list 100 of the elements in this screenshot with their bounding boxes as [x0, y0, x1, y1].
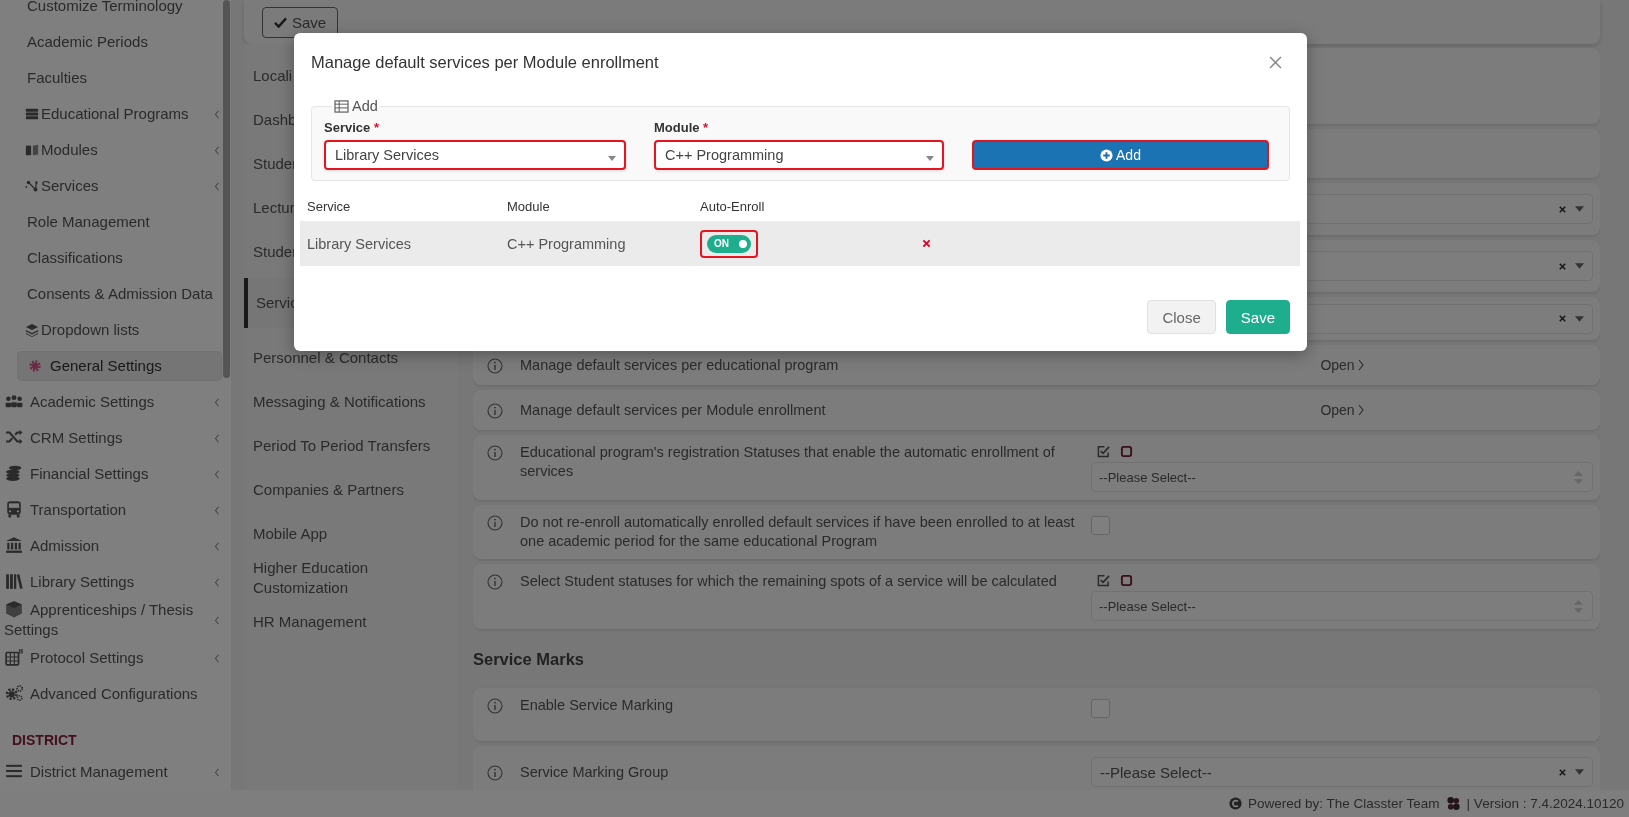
- setting-label: Enable Service Marking: [520, 696, 675, 715]
- sidebar-item[interactable]: CRM Settings: [0, 420, 222, 456]
- sidebar-item[interactable]: Apprenticeships / Thesis Settings: [0, 600, 222, 640]
- sidebar-item[interactable]: Role Management: [0, 204, 222, 240]
- setting-label: Select Student statuses for which the remaining spots of a service will be calculated: [520, 572, 1058, 591]
- chevron-left-icon: [214, 577, 220, 587]
- bus-icon: [4, 500, 24, 518]
- sidebar-item[interactable]: Transportation: [0, 492, 222, 528]
- scrollbar-thumb[interactable]: [223, 0, 230, 378]
- sidebar-item[interactable]: District Management: [0, 754, 222, 790]
- nodes-icon: [25, 179, 39, 193]
- settings-nav-item[interactable]: Period To Period Transfers: [244, 424, 457, 468]
- dropdown-arrow-icon: [1575, 206, 1584, 212]
- plus-circle-icon: [1100, 148, 1114, 162]
- section-heading: Service Marks: [473, 650, 585, 669]
- square-icon[interactable]: [1120, 574, 1133, 587]
- settings-nav-item[interactable]: Higher Education Customization: [244, 556, 457, 600]
- save-button[interactable]: Save: [262, 6, 339, 38]
- gear-icon: [28, 359, 42, 373]
- books-icon: [4, 572, 24, 590]
- sidebar-item[interactable]: Academic Settings: [0, 384, 222, 420]
- sidebar-item[interactable]: Academic Periods: [0, 24, 222, 60]
- sidebar-item[interactable]: Consents & Admission Data: [0, 276, 222, 312]
- multi-select-field[interactable]: --Please Select--: [1091, 462, 1593, 492]
- layers-icon: [25, 323, 39, 337]
- modal-title: Manage default services per Module enrollment: [311, 52, 659, 72]
- info-icon: [487, 445, 503, 461]
- sidebar-item[interactable]: Classifications: [0, 240, 222, 276]
- clear-icon[interactable]: [1558, 261, 1567, 271]
- chevron-left-icon: [214, 505, 220, 515]
- chevron-left-icon: [214, 615, 220, 625]
- shuffle-icon: [4, 428, 24, 446]
- sidebar-item[interactable]: Protocol Settings: [0, 640, 222, 676]
- clear-icon[interactable]: [1558, 204, 1567, 214]
- setting-label: Educational program's registration Statuses that enable the automatic enrollment of services: [520, 443, 1056, 481]
- dropdown-arrow-icon: [926, 156, 934, 161]
- settings-nav-item[interactable]: Mobile App: [244, 512, 457, 556]
- checked-box-icon[interactable]: [1097, 574, 1110, 587]
- checkbox[interactable]: [1091, 699, 1110, 718]
- version-text: | Version : 7.4.2024.10120: [1466, 796, 1624, 811]
- table-cell-text: C++ Programming: [506, 235, 627, 252]
- section-heading: DISTRICT: [11, 731, 78, 750]
- multi-select-field[interactable]: --Please Select--: [1091, 591, 1593, 621]
- save-button[interactable]: Save: [1225, 300, 1290, 334]
- info-icon: [487, 515, 503, 531]
- cross-icon[interactable]: [922, 239, 931, 248]
- open-link[interactable]: Open: [1320, 402, 1364, 418]
- coins-icon: [4, 464, 24, 482]
- dropdown-arrow-icon: [1575, 769, 1584, 775]
- square-icon[interactable]: [1120, 445, 1133, 458]
- select-field[interactable]: Library Services: [324, 140, 626, 170]
- chevron-left-icon: [214, 181, 220, 191]
- sidebar-item[interactable]: Services: [0, 168, 222, 204]
- sidebar-item[interactable]: Faculties: [0, 60, 222, 96]
- gears-icon: [4, 684, 24, 702]
- sidebar-item[interactable]: Admission: [0, 528, 222, 564]
- select-field[interactable]: --Please Select--: [1091, 757, 1593, 787]
- info-icon: [487, 357, 503, 374]
- clear-icon[interactable]: [1558, 767, 1567, 777]
- close-button[interactable]: Close: [1147, 300, 1216, 334]
- chevron-right-icon: [1357, 404, 1364, 416]
- column-header: Auto-Enroll: [699, 198, 766, 214]
- chevron-left-icon: [214, 469, 220, 479]
- chevron-left-icon: [214, 109, 220, 119]
- checkbox[interactable]: [1091, 516, 1110, 535]
- select-field[interactable]: C++ Programming: [654, 140, 944, 170]
- open-link[interactable]: Open: [1320, 357, 1364, 373]
- sidebar-item[interactable]: Dropdown lists: [0, 312, 222, 348]
- chevron-left-icon: [214, 433, 220, 443]
- close-icon[interactable]: [1269, 55, 1282, 69]
- book-icon: [25, 143, 39, 157]
- clear-icon[interactable]: [1558, 314, 1567, 323]
- sidebar-item[interactable]: Modules: [0, 132, 222, 168]
- sidebar-item[interactable]: Advanced Configurations: [0, 676, 222, 712]
- server-icon: [25, 107, 39, 121]
- chevron-left-icon: [214, 767, 220, 777]
- sidebar-item[interactable]: General Settings: [17, 351, 222, 381]
- info-icon: [487, 402, 503, 419]
- column-header: Service: [306, 198, 352, 214]
- field-label: Service *: [324, 120, 380, 136]
- chevron-left-icon: [214, 397, 220, 407]
- dropdown-arrow-icon: [1575, 315, 1584, 322]
- settings-nav-item[interactable]: Messaging & Notifications: [244, 380, 457, 424]
- setting-label: Service Marking Group: [520, 762, 670, 782]
- sidebar-item[interactable]: Customize Terminology: [0, 0, 222, 24]
- check-icon: [274, 16, 287, 28]
- info-icon: [487, 574, 503, 590]
- powered-by-text: Powered by: The Classter Team: [1248, 796, 1440, 811]
- sidebar-item[interactable]: Library Settings: [0, 564, 222, 600]
- legend-text: Add: [352, 98, 378, 114]
- sidebar-item[interactable]: Educational Programs: [0, 96, 222, 132]
- toggle-switch[interactable]: ON: [707, 234, 751, 253]
- settings-nav-item[interactable]: HR Management: [244, 600, 457, 644]
- dropdown-arrow-icon: [1575, 263, 1584, 269]
- sidebar-item[interactable]: Financial Settings: [0, 456, 222, 492]
- checked-box-icon[interactable]: [1097, 445, 1110, 458]
- add-button[interactable]: Add: [972, 140, 1269, 170]
- setting-label: Manage default services per educational program: [520, 355, 840, 375]
- table-icon: [334, 99, 349, 113]
- settings-nav-item[interactable]: Companies & Partners: [244, 468, 457, 512]
